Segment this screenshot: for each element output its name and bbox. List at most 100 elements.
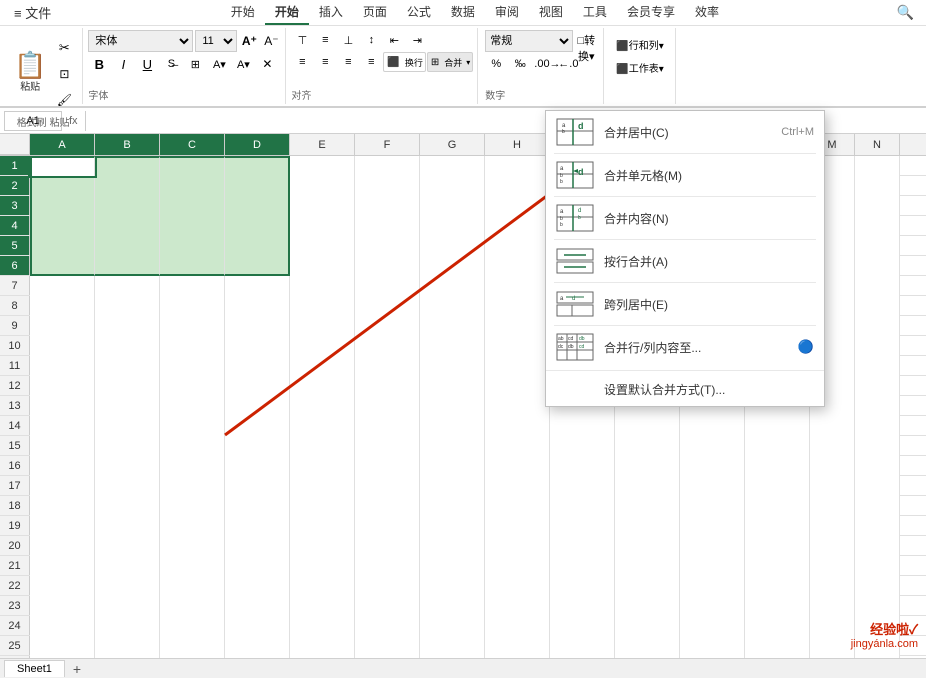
font-size-select[interactable]: 11 <box>195 30 237 52</box>
grid-cell[interactable] <box>745 416 810 436</box>
grid-cell[interactable] <box>680 616 745 636</box>
grid-cell[interactable] <box>550 416 615 436</box>
grid-cell[interactable] <box>420 276 485 296</box>
grid-cell[interactable] <box>290 576 355 596</box>
grid-cell[interactable] <box>160 176 225 196</box>
grid-cell[interactable] <box>745 616 810 636</box>
grid-cell[interactable] <box>290 516 355 536</box>
row-header[interactable]: 11 <box>0 356 30 375</box>
grid-cell[interactable] <box>160 516 225 536</box>
grid-cell[interactable] <box>95 356 160 376</box>
grid-cell[interactable] <box>160 376 225 396</box>
grid-cell[interactable] <box>615 616 680 636</box>
grid-cell[interactable] <box>615 556 680 576</box>
grid-cell[interactable] <box>810 576 855 596</box>
fill-color-button[interactable]: A▾ <box>208 54 230 74</box>
col-header-C[interactable]: C <box>160 134 225 155</box>
grid-cell[interactable] <box>160 356 225 376</box>
grid-cell[interactable] <box>680 596 745 616</box>
align-right-button[interactable]: ≡ <box>337 52 359 72</box>
grid-cell[interactable] <box>420 376 485 396</box>
grid-cell[interactable] <box>810 636 855 656</box>
col-header-A[interactable]: A <box>30 134 95 155</box>
grid-cell[interactable] <box>225 236 290 256</box>
grid-cell[interactable] <box>420 476 485 496</box>
grid-cell[interactable] <box>30 476 95 496</box>
grid-cell[interactable] <box>160 636 225 656</box>
row-header[interactable]: 10 <box>0 336 30 355</box>
grid-cell[interactable] <box>855 476 900 496</box>
grid-cell[interactable] <box>95 196 160 216</box>
grid-cell[interactable] <box>355 636 420 656</box>
grid-cell[interactable] <box>225 456 290 476</box>
row-header[interactable]: 26 <box>0 656 30 658</box>
grid-cell[interactable] <box>30 536 95 556</box>
grid-cell[interactable] <box>160 316 225 336</box>
grid-cell[interactable] <box>615 516 680 536</box>
align-middle-button[interactable]: ≡ <box>314 30 336 50</box>
grid-cell[interactable] <box>160 416 225 436</box>
grid-cell[interactable] <box>485 536 550 556</box>
grid-cell[interactable] <box>355 236 420 256</box>
grid-cell[interactable] <box>225 636 290 656</box>
grid-cell[interactable] <box>810 456 855 476</box>
grid-cell[interactable] <box>485 336 550 356</box>
grid-cell[interactable] <box>160 276 225 296</box>
grid-cell[interactable] <box>30 236 95 256</box>
grid-cell[interactable] <box>95 176 160 196</box>
grid-cell[interactable] <box>95 256 160 276</box>
grid-cell[interactable] <box>30 356 95 376</box>
grid-cell[interactable] <box>95 216 160 236</box>
grid-cell[interactable] <box>355 296 420 316</box>
fill-justify-button[interactable]: ≡ <box>360 52 382 72</box>
merge-cells-button[interactable]: ⊞ 合并 ▾ <box>427 52 473 72</box>
grid-cell[interactable] <box>160 436 225 456</box>
merge-content-item[interactable]: a b b d b 合并内容(N) <box>546 197 824 239</box>
grid-cell[interactable] <box>485 636 550 656</box>
grid-cell[interactable] <box>855 156 900 176</box>
grid-cell[interactable] <box>355 376 420 396</box>
grid-cell[interactable] <box>810 436 855 456</box>
row-header[interactable]: 24 <box>0 616 30 635</box>
grid-cell[interactable] <box>420 156 485 176</box>
grid-cell[interactable] <box>485 416 550 436</box>
grid-cell[interactable] <box>95 496 160 516</box>
grid-cell[interactable] <box>290 556 355 576</box>
grid-cell[interactable] <box>355 656 420 658</box>
grid-cell[interactable] <box>485 396 550 416</box>
grid-cell[interactable] <box>485 656 550 658</box>
grid-cell[interactable] <box>290 356 355 376</box>
grid-cell[interactable] <box>95 376 160 396</box>
grid-cell[interactable] <box>810 416 855 436</box>
grid-cell[interactable] <box>30 516 95 536</box>
grid-cell[interactable] <box>290 636 355 656</box>
row-header[interactable]: 1 <box>0 156 30 175</box>
grid-cell[interactable] <box>30 396 95 416</box>
grid-cell[interactable] <box>485 556 550 576</box>
grid-cell[interactable] <box>485 476 550 496</box>
grid-cell[interactable] <box>855 316 900 336</box>
grid-cell[interactable] <box>420 456 485 476</box>
grid-cell[interactable] <box>485 216 550 236</box>
grid-cell[interactable] <box>225 476 290 496</box>
decrease-decimal-button[interactable]: ←.0 <box>557 54 579 74</box>
grid-cell[interactable] <box>745 596 810 616</box>
grid-cell[interactable] <box>855 396 900 416</box>
grid-cell[interactable] <box>160 496 225 516</box>
tab-efficiency[interactable]: 会员专享 <box>617 0 685 25</box>
grid-cell[interactable] <box>290 496 355 516</box>
grid-cell[interactable] <box>30 456 95 476</box>
grid-cell[interactable] <box>225 556 290 576</box>
grid-cell[interactable] <box>30 616 95 636</box>
grid-cell[interactable] <box>420 416 485 436</box>
grid-cell[interactable] <box>30 336 95 356</box>
grid-cell[interactable] <box>225 396 290 416</box>
grid-cell[interactable] <box>810 516 855 536</box>
font-size-decrease-button[interactable]: A⁻ <box>261 31 281 51</box>
row-header[interactable]: 2 <box>0 176 30 195</box>
grid-cell[interactable] <box>355 496 420 516</box>
grid-cell[interactable] <box>30 416 95 436</box>
align-bottom-button[interactable]: ⊥ <box>337 30 359 50</box>
tab-formula[interactable]: 页面 <box>353 0 397 25</box>
grid-cell[interactable] <box>355 276 420 296</box>
